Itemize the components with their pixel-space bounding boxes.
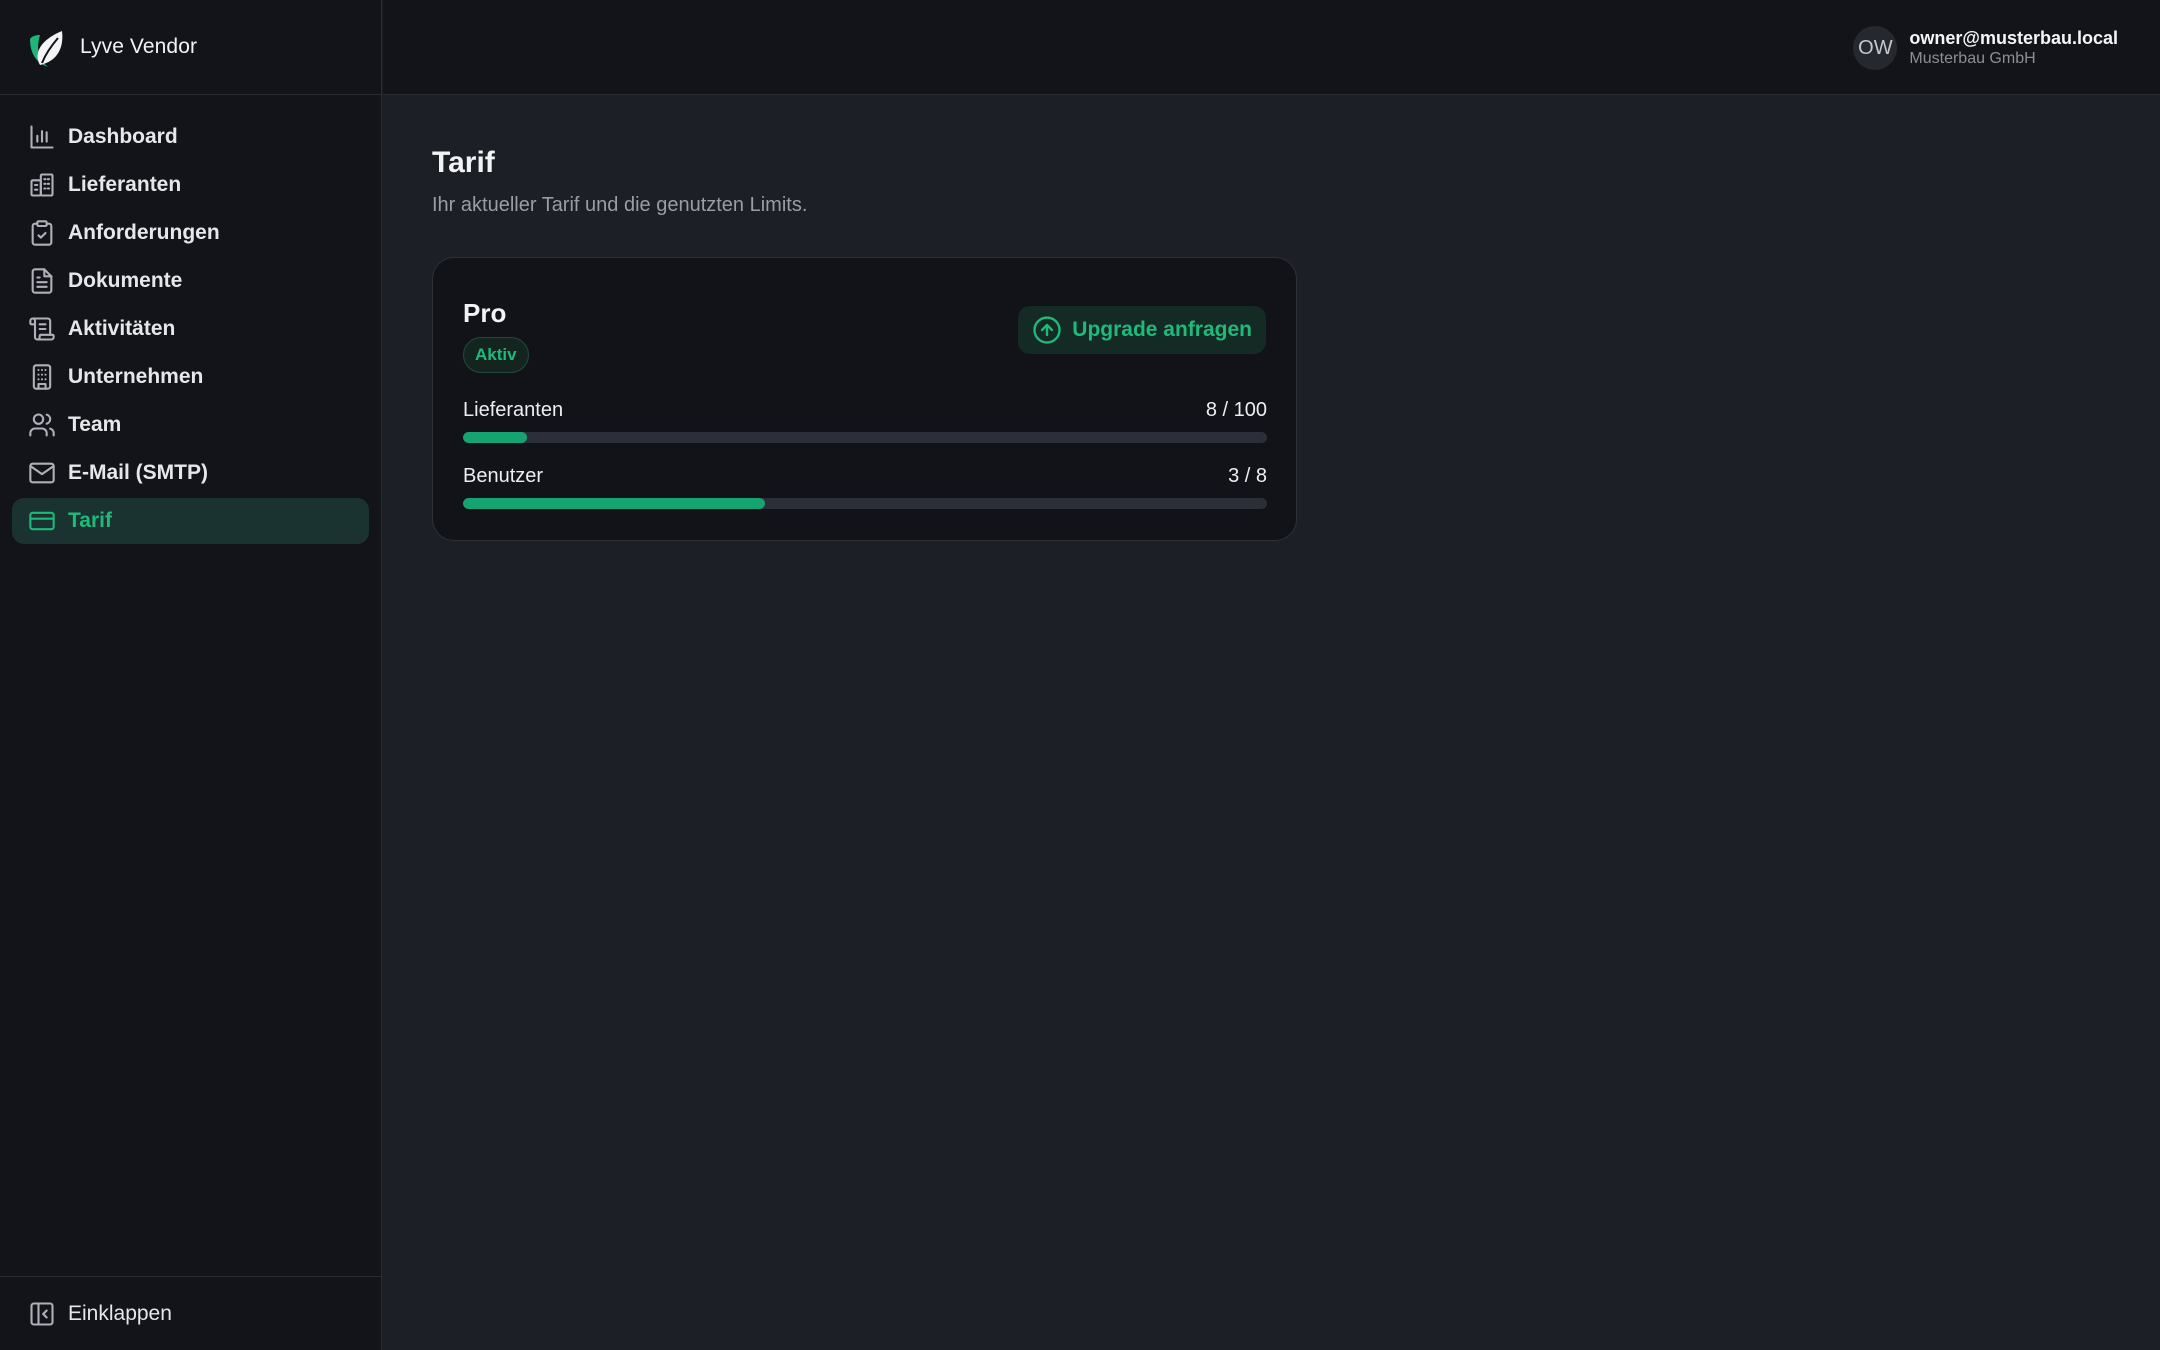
progress-track [463,432,1267,443]
sidebar: Lyve Vendor Dashboard Lieferanten Anford… [0,0,382,1350]
sidebar-item-aktivitaeten[interactable]: Aktivitäten [12,306,369,352]
plan-card: Pro Aktiv Upgrade anfragen Lieferanten 8… [432,257,1297,541]
limit-value: 8 / 100 [1205,399,1267,421]
main-content: Tarif Ihr aktueller Tarif und die genutz… [432,146,807,217]
sidebar-item-dokumente[interactable]: Dokumente [12,258,369,304]
clipboard-check-icon [31,220,53,246]
sidebar-item-label: Aktivitäten [68,317,176,340]
limit-benutzer: Benutzer 3 / 8 [463,465,1267,509]
sidebar-item-team[interactable]: Team [12,402,369,448]
user-menu[interactable]: OW owner@musterbau.local Musterbau GmbH [1853,26,2118,70]
scroll-icon [29,317,55,341]
limit-label: Benutzer [463,465,544,487]
office-building-icon [32,364,52,390]
sidebar-item-label: Anforderungen [68,221,220,244]
arrow-up-circle-icon [1033,316,1061,344]
page-title: Tarif [432,146,495,179]
sidebar-item-unternehmen[interactable]: Unternehmen [12,354,369,400]
sidebar-item-label: Tarif [68,509,112,532]
progress-track [463,498,1267,509]
sidebar-item-label: Dokumente [68,269,183,292]
brand-name: Lyve Vendor [80,35,198,58]
mail-icon [29,462,55,484]
app-root: Lyve Vendor Dashboard Lieferanten Anford… [0,0,2160,1350]
leaf-logo-icon [30,31,63,67]
credit-card-icon [29,511,55,531]
status-badge: Aktiv [463,337,529,373]
collapse-label: Einklappen [68,1301,172,1325]
sidebar-item-label: E-Mail (SMTP) [68,461,208,484]
avatar: OW [1853,26,1898,70]
sidebar-item-dashboard[interactable]: Dashboard [12,114,369,160]
page-subtitle: Ihr aktueller Tarif und die genutzten Li… [432,194,808,216]
sidebar-nav: Dashboard Lieferanten Anforderungen Doku… [0,95,381,544]
sidebar-item-lieferanten[interactable]: Lieferanten [12,162,369,208]
bar-chart-icon [30,125,54,149]
user-company: Musterbau GmbH [1909,50,2036,67]
brand[interactable]: Lyve Vendor [0,0,381,95]
users-icon [29,413,55,437]
sidebar-item-tarif[interactable]: Tarif [12,498,369,544]
sidebar-item-label: Unternehmen [68,365,204,388]
limit-label: Lieferanten [463,399,564,421]
collapse-sidebar-button[interactable]: Einklappen [0,1276,381,1350]
top-bar: OW owner@musterbau.local Musterbau GmbH [383,0,2160,95]
upgrade-button[interactable]: Upgrade anfragen [1018,306,1266,354]
limit-value: 3 / 8 [1228,465,1267,487]
user-info: owner@musterbau.local Musterbau GmbH [1909,27,2118,69]
limit-lieferanten: Lieferanten 8 / 100 [463,399,1267,443]
panel-collapse-icon [30,1301,54,1326]
user-email: owner@musterbau.local [1909,28,2118,48]
building-icon [30,173,54,197]
sidebar-item-label: Dashboard [68,125,178,148]
upgrade-button-label: Upgrade anfragen [1072,318,1252,341]
sidebar-item-label: Lieferanten [68,173,182,196]
sidebar-item-label: Team [68,413,122,436]
progress-fill [463,498,765,509]
document-icon [31,268,53,294]
progress-fill [463,432,528,443]
sidebar-item-anforderungen[interactable]: Anforderungen [12,210,369,256]
plan-name: Pro [463,298,507,328]
sidebar-item-email-smtp[interactable]: E-Mail (SMTP) [12,450,369,496]
